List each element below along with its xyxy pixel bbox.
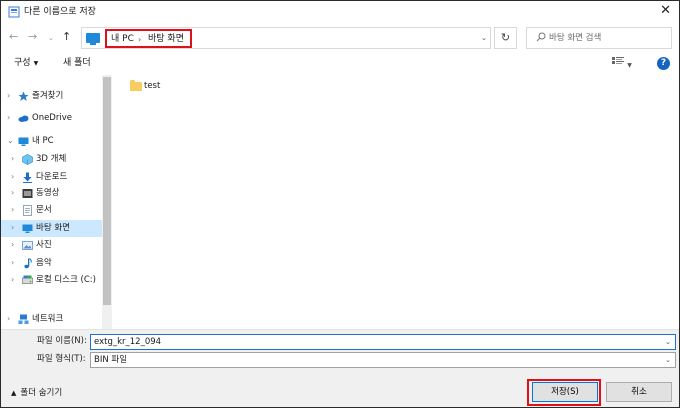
- view-options-button[interactable]: ▼: [612, 57, 632, 72]
- caret-up-icon: ▲: [11, 389, 17, 397]
- chevron-down-icon[interactable]: ⌄: [665, 353, 671, 367]
- toolbar: 구성 ▼ 새 폴더 ▼ ?: [1, 53, 679, 75]
- filename-label: 파일 이름(N):: [37, 336, 87, 346]
- chevron-right-icon[interactable]: ›: [11, 153, 14, 165]
- new-folder-button[interactable]: 새 폴더: [63, 57, 91, 69]
- video-icon: [22, 188, 33, 199]
- chevron-right-icon[interactable]: ›: [11, 171, 14, 183]
- save-options-panel: 파일 이름(N): extg_kr_12_094 ⌄ 파일 형식(T): BIN…: [1, 329, 679, 407]
- sidebar-item-music[interactable]: › 음악: [1, 255, 102, 272]
- sidebar-item-label: 다운로드: [36, 172, 68, 182]
- sidebar-item-label: 즐겨찾기: [32, 91, 64, 101]
- forward-arrow-icon[interactable]: →: [28, 31, 37, 43]
- chevron-down-icon[interactable]: ⌄: [7, 135, 14, 147]
- sidebar-item-desktop[interactable]: › 바탕 화면: [1, 220, 102, 237]
- pictures-icon: [22, 240, 33, 251]
- sidebar-item-label: 네트워크: [32, 314, 64, 324]
- refresh-button[interactable]: ↻: [494, 27, 517, 49]
- breadcrumb-separator-icon[interactable]: ›: [138, 34, 141, 45]
- chevron-right-icon[interactable]: ›: [7, 313, 10, 325]
- search-input[interactable]: [549, 31, 667, 45]
- sidebar-item-label: 내 PC: [32, 136, 54, 146]
- sidebar-item-star[interactable]: › 즐겨찾기: [1, 88, 102, 105]
- sidebar-item-disk[interactable]: › 로컬 디스크 (C:): [1, 272, 102, 289]
- filetype-value: BIN 파일: [94, 355, 128, 365]
- disk-icon: [22, 275, 33, 286]
- music-icon: [22, 258, 33, 269]
- folder-icon: [130, 80, 142, 91]
- filename-value: extg_kr_12_094: [94, 337, 162, 347]
- sidebar-item-network[interactable]: › 네트워크: [1, 311, 102, 328]
- desktop-icon: [22, 223, 33, 234]
- sidebar-item-label: 음악: [36, 258, 52, 268]
- organize-label: 구성: [14, 58, 31, 68]
- chevron-right-icon[interactable]: ›: [11, 222, 14, 234]
- filetype-label: 파일 형식(T):: [37, 354, 86, 364]
- app-icon: [8, 6, 20, 18]
- sidebar-item-label: 사진: [36, 240, 52, 250]
- address-dropdown-icon[interactable]: ⌄: [481, 34, 487, 42]
- chevron-right-icon[interactable]: ›: [11, 239, 14, 251]
- file-name: test: [144, 81, 161, 91]
- download-icon: [22, 172, 33, 183]
- sidebar-item-label: 3D 개체: [36, 154, 67, 164]
- title-bar: 다른 이름으로 저장 ✕: [1, 1, 679, 23]
- filetype-select[interactable]: BIN 파일 ⌄: [90, 352, 676, 368]
- sidebar-item-label: OneDrive: [32, 113, 72, 123]
- cube-icon: [22, 154, 33, 165]
- cancel-button[interactable]: 취소: [606, 382, 672, 402]
- caret-down-icon: ▼: [33, 60, 39, 67]
- organize-menu-button[interactable]: 구성 ▼: [14, 57, 38, 70]
- address-bar[interactable]: 내 PC › 바탕 화면 ⌄: [81, 27, 491, 49]
- pc-icon: [18, 136, 29, 147]
- view-grid-icon: [612, 57, 624, 64]
- caret-down-icon: ▼: [627, 62, 632, 69]
- sidebar-item-cloud[interactable]: › OneDrive: [1, 110, 102, 127]
- sidebar-item-label: 로컬 디스크 (C:): [36, 275, 96, 285]
- hide-folders-label: 폴더 숨기기: [20, 388, 63, 398]
- help-icon[interactable]: ?: [657, 57, 670, 70]
- chevron-right-icon[interactable]: ›: [11, 274, 14, 286]
- sidebar-item-pc[interactable]: ⌄ 내 PC: [1, 133, 102, 150]
- save-as-dialog: 다른 이름으로 저장 ✕ ← → ⌄ ↑ 내 PC › 바탕 화면 ⌄ ↻ 바탕…: [0, 0, 680, 408]
- search-box[interactable]: [526, 27, 672, 49]
- search-icon: [536, 32, 546, 42]
- document-icon: [22, 205, 33, 216]
- hide-folders-toggle[interactable]: ▲ 폴더 숨기기: [11, 388, 62, 399]
- back-arrow-icon[interactable]: ←: [9, 31, 18, 43]
- breadcrumb: 내 PC › 바탕 화면: [105, 29, 192, 48]
- navigation-scrollbar-thumb[interactable]: [103, 77, 111, 305]
- sidebar-item-download[interactable]: › 다운로드: [1, 169, 102, 186]
- recent-locations-chevron-icon[interactable]: ⌄: [48, 32, 54, 44]
- up-arrow-icon[interactable]: ↑: [62, 31, 71, 43]
- breadcrumb-item-desktop[interactable]: 바탕 화면: [148, 34, 184, 45]
- chevron-right-icon[interactable]: ›: [7, 112, 10, 124]
- chevron-right-icon[interactable]: ›: [11, 187, 14, 199]
- sidebar-item-video[interactable]: › 동영상: [1, 185, 102, 202]
- file-list: test: [114, 75, 679, 329]
- sidebar-item-label: 문서: [36, 205, 52, 215]
- sidebar-item-document[interactable]: › 문서: [1, 202, 102, 219]
- close-icon[interactable]: ✕: [660, 4, 671, 18]
- network-icon: [18, 314, 29, 325]
- chevron-right-icon[interactable]: ›: [11, 204, 14, 216]
- refresh-icon: ↻: [500, 31, 511, 44]
- navigation-pane: › 즐겨찾기 › OneDrive ⌄ 내 PC › 3D 개체 › 다운로드 › 동영상 › 문서 › 바탕…: [1, 75, 113, 329]
- chevron-right-icon[interactable]: ›: [11, 257, 14, 269]
- sidebar-item-label: 바탕 화면: [36, 223, 70, 233]
- window-title: 다른 이름으로 저장: [24, 7, 96, 17]
- chevron-down-icon[interactable]: ⌄: [665, 335, 671, 349]
- save-button[interactable]: 저장(S): [532, 382, 598, 402]
- navigation-bar: ← → ⌄ ↑ 내 PC › 바탕 화면 ⌄ ↻: [1, 23, 679, 53]
- sidebar-item-pictures[interactable]: › 사진: [1, 237, 102, 254]
- pc-icon: [86, 33, 100, 45]
- chevron-right-icon[interactable]: ›: [7, 90, 10, 102]
- filename-field[interactable]: extg_kr_12_094 ⌄: [90, 334, 676, 350]
- sidebar-item-label: 동영상: [36, 188, 60, 198]
- cloud-icon: [18, 113, 29, 124]
- star-icon: [18, 91, 29, 102]
- breadcrumb-item-pc[interactable]: 내 PC: [111, 34, 134, 45]
- sidebar-item-cube[interactable]: › 3D 개체: [1, 151, 102, 168]
